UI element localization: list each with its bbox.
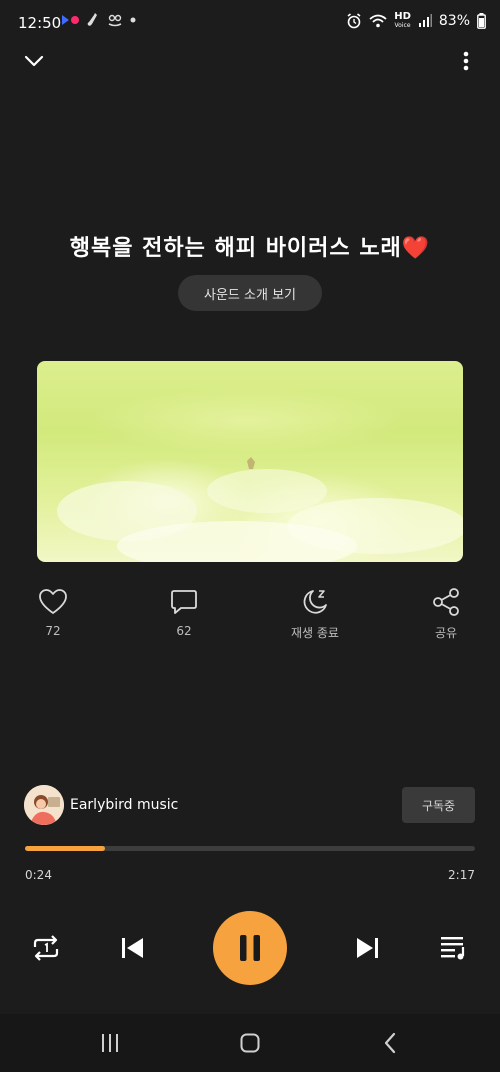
- like-count: 72: [45, 624, 61, 638]
- subscribe-button[interactable]: 구독중: [402, 787, 475, 823]
- home-button[interactable]: [230, 1028, 270, 1058]
- track-title: 행복을 전하는 해피 바이러스 노래❤️: [0, 230, 500, 262]
- recent-apps-icon: [102, 1034, 118, 1052]
- artist-name[interactable]: Earlybird music: [70, 797, 178, 813]
- sax-app-icon: [87, 13, 97, 26]
- skip-previous-icon: [122, 938, 143, 958]
- share-action[interactable]: 공유: [401, 586, 491, 641]
- notification-icons: [62, 12, 136, 28]
- like-action[interactable]: 72: [8, 586, 98, 638]
- character-app-icon: [108, 14, 122, 27]
- avatar-illustration: [24, 785, 64, 825]
- chevron-down-icon: [24, 55, 44, 67]
- heart-icon: [39, 589, 67, 614]
- progress-fill: [25, 846, 105, 851]
- sleep-timer-label: 재생 종료: [291, 626, 339, 640]
- more-options-button[interactable]: [450, 45, 482, 77]
- previous-button[interactable]: [112, 930, 152, 966]
- more-vertical-icon: [463, 51, 469, 71]
- dot-icon: [130, 17, 136, 23]
- pause-icon: [240, 935, 260, 961]
- collapse-button[interactable]: [18, 45, 50, 77]
- album-artwork: [37, 361, 463, 562]
- total-time: 2:17: [448, 868, 475, 882]
- sleep-timer-action[interactable]: 재생 종료: [270, 586, 360, 641]
- track-title-text: 행복을 전하는 해피 바이러스 노래: [69, 236, 402, 261]
- skip-next-icon: [357, 938, 378, 958]
- hd-voice-indicator: HD Voice: [394, 12, 411, 30]
- pause-button[interactable]: [213, 911, 287, 985]
- battery-icon: [477, 13, 486, 29]
- alarm-icon: [347, 13, 361, 29]
- progress-bar[interactable]: [25, 846, 475, 851]
- status-bar: 12:50 HD Voice 83%: [0, 0, 500, 44]
- repeat-button[interactable]: [26, 930, 66, 966]
- media-app-icon: [62, 15, 79, 25]
- wifi-icon: [369, 14, 387, 28]
- heart-emoji: ❤️: [401, 236, 431, 261]
- next-button[interactable]: [348, 930, 388, 966]
- recent-apps-button[interactable]: [90, 1028, 130, 1058]
- hd-sub-label: Voice: [394, 22, 411, 29]
- playlist-icon: [441, 937, 465, 960]
- repeat-one-icon: [33, 935, 59, 961]
- back-button[interactable]: [370, 1028, 410, 1058]
- back-icon: [384, 1032, 396, 1054]
- status-time: 12:50: [18, 14, 62, 32]
- share-label: 공유: [434, 626, 458, 640]
- status-indicators: HD Voice 83%: [346, 12, 486, 30]
- sound-intro-button[interactable]: 사운드 소개 보기: [178, 275, 322, 311]
- comment-action[interactable]: 62: [139, 586, 229, 638]
- comment-icon: [171, 590, 197, 614]
- signal-icon: [418, 14, 432, 27]
- battery-percent: 83%: [438, 13, 470, 29]
- share-icon: [433, 588, 459, 616]
- comment-count: 62: [176, 624, 192, 638]
- system-navigation-bar: [0, 1014, 500, 1072]
- artwork-illustration: [57, 457, 463, 562]
- moon-icon: [303, 590, 327, 614]
- artist-avatar[interactable]: [24, 785, 64, 825]
- playlist-button[interactable]: [434, 930, 474, 966]
- current-time: 0:24: [25, 868, 52, 882]
- home-icon: [240, 1033, 260, 1053]
